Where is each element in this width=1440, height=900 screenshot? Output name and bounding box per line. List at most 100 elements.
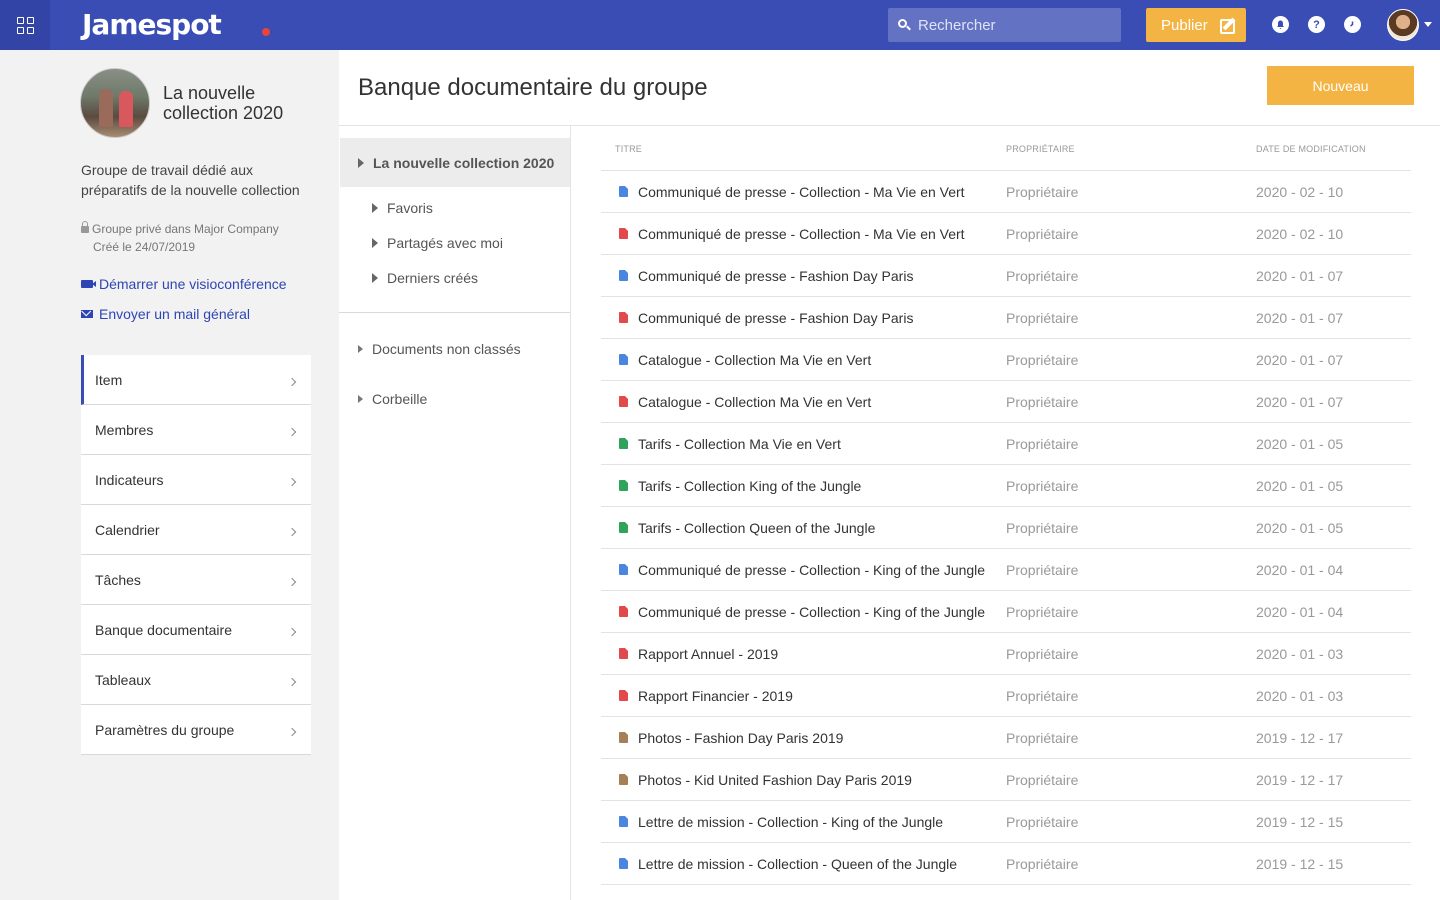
row-title[interactable]: Rapport Financier - 2019: [638, 688, 793, 704]
sheet-file-icon: [619, 522, 628, 533]
table-row[interactable]: Lettre de mission - Collection - King of…: [601, 801, 1411, 843]
table-row[interactable]: Communiqué de presse - Fashion Day Paris…: [601, 255, 1411, 297]
general-mail-link[interactable]: Envoyer un mail général: [81, 306, 250, 322]
row-owner: Propriétaire: [1006, 730, 1079, 746]
nav-item-document-bank[interactable]: Banque documentaire: [81, 605, 311, 655]
search-box[interactable]: [888, 8, 1121, 42]
nav-item-label: Tâches: [95, 571, 141, 588]
archive-file-icon: [619, 774, 628, 785]
table-row[interactable]: Rapport Annuel - 2019 Propriétaire 2020 - …: [601, 633, 1411, 675]
row-title[interactable]: Communiqué de presse - Collection - King…: [638, 562, 985, 578]
column-header-title[interactable]: TITRE: [615, 144, 642, 154]
row-title[interactable]: Tarifs - Collection King of the Jungle: [638, 478, 861, 494]
caret-right-icon: [358, 345, 363, 353]
folder-favorites[interactable]: Favoris: [372, 200, 433, 216]
row-date: 2020 - 01 - 07: [1256, 310, 1344, 326]
logo[interactable]: Jamespot: [82, 8, 222, 41]
row-date: 2020 - 01 - 03: [1256, 646, 1344, 662]
pdf-file-icon: [619, 396, 628, 407]
table-row[interactable]: Catalogue - Collection Ma Vie en Vert Pro…: [601, 339, 1411, 381]
video-conference-link[interactable]: Démarrer une visioconférence: [81, 276, 287, 292]
nav-item-calendar[interactable]: Calendrier: [81, 505, 311, 555]
chevron-down-icon[interactable]: [1424, 22, 1432, 27]
nav-item-indicators[interactable]: Indicateurs: [81, 455, 311, 505]
table-row[interactable]: Rapport Financier - 2019 Propriétaire 2020…: [601, 675, 1411, 717]
main-panel: Banque documentaire du groupe Nouveau La…: [339, 50, 1440, 900]
row-title[interactable]: Photos - Fashion Day Paris 2019: [638, 730, 843, 746]
new-button[interactable]: Nouveau: [1267, 66, 1414, 105]
nav-item-label: Indicateurs: [95, 471, 164, 488]
table-row[interactable]: Tarifs - Collection Queen of the Jungle P…: [601, 507, 1411, 549]
chevron-right-icon: [287, 477, 297, 486]
row-title[interactable]: Tarifs - Collection Queen of the Jungle: [638, 520, 875, 536]
table-row[interactable]: Communiqué de presse - Collection - Ma V…: [601, 213, 1411, 255]
chevron-right-icon: [287, 627, 297, 636]
clock-icon[interactable]: [1344, 16, 1361, 33]
row-title[interactable]: Communiqué de presse - Fashion Day Paris: [638, 310, 913, 326]
row-title[interactable]: Photos - Kid United Fashion Day Paris 20…: [638, 772, 912, 788]
chevron-right-icon: [287, 577, 297, 586]
row-title[interactable]: Communiqué de presse - Collection - Ma V…: [638, 226, 965, 242]
sheet-file-icon: [619, 438, 628, 449]
column-header-date[interactable]: DATE DE MODIFICATION: [1256, 144, 1366, 154]
table-row[interactable]: Catalogue - Collection Ma Vie en Vert Pro…: [601, 381, 1411, 423]
page-title: Banque documentaire du groupe: [358, 74, 708, 101]
column-header-owner[interactable]: PROPRIÉTAIRE: [1006, 144, 1075, 154]
table-row[interactable]: Photos - Kid United Fashion Day Paris 20…: [601, 759, 1411, 801]
doc-file-icon: [619, 858, 628, 869]
chevron-right-icon: [287, 527, 297, 536]
divider: [339, 312, 570, 313]
folder-unclassified[interactable]: Documents non classés: [358, 341, 521, 357]
publish-button[interactable]: Publier: [1146, 8, 1246, 42]
row-date: 2020 - 01 - 05: [1256, 520, 1344, 536]
user-avatar[interactable]: [1387, 9, 1419, 41]
table-row[interactable]: Communiqué de presse - Collection - King…: [601, 591, 1411, 633]
bell-icon[interactable]: [1272, 16, 1289, 33]
table-row[interactable]: Communiqué de presse - Collection - King…: [601, 549, 1411, 591]
nav-item-label: Banque documentaire: [95, 621, 232, 638]
help-icon[interactable]: ?: [1308, 16, 1325, 33]
chevron-right-icon: [287, 377, 297, 386]
table-row[interactable]: Communiqué de presse - Collection - Ma V…: [601, 171, 1411, 213]
nav-item-label: Item: [95, 371, 123, 388]
nav-item-boards[interactable]: Tableaux: [81, 655, 311, 705]
row-title[interactable]: Communiqué de presse - Fashion Day Paris: [638, 268, 913, 284]
folder-recent[interactable]: Derniers créés: [372, 270, 478, 286]
row-title[interactable]: Lettre de mission - Collection - Queen o…: [638, 856, 957, 872]
nav-item-group-settings[interactable]: Paramètres du groupe: [81, 705, 311, 755]
row-title[interactable]: Communiqué de presse - Collection - King…: [638, 604, 985, 620]
publish-label: Publier: [1161, 16, 1208, 34]
row-title[interactable]: Communiqué de presse - Collection - Ma V…: [638, 184, 965, 200]
nav-item-item[interactable]: Item: [81, 355, 311, 405]
row-title[interactable]: Catalogue - Collection Ma Vie en Vert: [638, 394, 871, 410]
folder-shared-with-me[interactable]: Partagés avec moi: [372, 235, 503, 251]
folder-label: Favoris: [387, 200, 433, 216]
row-title[interactable]: Catalogue - Collection Ma Vie en Vert: [638, 352, 871, 368]
nav-item-tasks[interactable]: Tâches: [81, 555, 311, 605]
row-owner: Propriétaire: [1006, 436, 1079, 452]
table-row[interactable]: Tarifs - Collection Ma Vie en Vert Propri…: [601, 423, 1411, 465]
row-date: 2020 - 02 - 10: [1256, 184, 1344, 200]
nav-item-members[interactable]: Membres: [81, 405, 311, 455]
row-title[interactable]: Rapport Annuel - 2019: [638, 646, 778, 662]
folder-root[interactable]: La nouvelle collection 2020: [340, 138, 570, 187]
table-row[interactable]: Photos - Fashion Day Paris 2019 Propriéta…: [601, 717, 1411, 759]
row-owner: Propriétaire: [1006, 562, 1079, 578]
search-input[interactable]: [918, 16, 1108, 34]
table-row[interactable]: Communiqué de presse - Fashion Day Paris…: [601, 297, 1411, 339]
row-owner: Propriétaire: [1006, 646, 1079, 662]
row-owner: Propriétaire: [1006, 268, 1079, 284]
table-body: Communiqué de presse - Collection - Ma V…: [601, 171, 1411, 885]
row-owner: Propriétaire: [1006, 394, 1079, 410]
table-row[interactable]: Tarifs - Collection King of the Jungle Pr…: [601, 465, 1411, 507]
row-title[interactable]: Lettre de mission - Collection - King of…: [638, 814, 943, 830]
row-title[interactable]: Tarifs - Collection Ma Vie en Vert: [638, 436, 841, 452]
nav-item-label: Membres: [95, 421, 154, 438]
table-row[interactable]: Lettre de mission - Collection - Queen o…: [601, 843, 1411, 885]
pdf-file-icon: [619, 648, 628, 659]
row-date: 2020 - 01 - 03: [1256, 688, 1344, 704]
caret-right-icon: [372, 203, 378, 213]
apps-grid-icon[interactable]: [0, 0, 50, 50]
doc-file-icon: [619, 354, 628, 365]
folder-trash[interactable]: Corbeille: [358, 391, 427, 407]
